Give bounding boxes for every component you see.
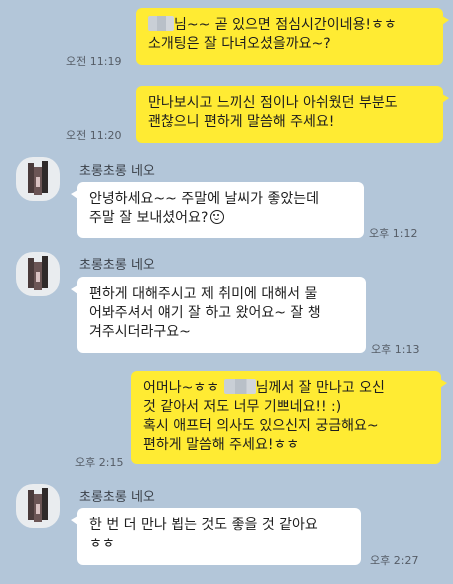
message-time: 오후 1:12 bbox=[369, 227, 418, 240]
other-message-bubble[interactable]: 편하게 대해주시고 제 취미에 대해서 물 어봐주셔서 얘기 잘 하고 왔어요~… bbox=[71, 277, 366, 353]
message-text: 안녕하세요~~ 주말에 날씨가 좋았는데 주말 잘 보내셨어요? bbox=[89, 191, 320, 226]
sender-name: 초롱초롱 네오 bbox=[79, 258, 155, 273]
message-text: 님께서 잘 만나고 오신 bbox=[255, 380, 385, 396]
other-message-bubble[interactable]: 한 번 더 만나 뵙는 것도 좋을 것 같아요 ㅎㅎ bbox=[71, 508, 361, 565]
redacted-name bbox=[223, 379, 256, 394]
message-text: 소개팅은 잘 다녀오셨을까요~? bbox=[148, 36, 331, 52]
sender-name: 초롱초롱 네오 bbox=[79, 164, 155, 179]
message-time: 오전 11:19 bbox=[66, 55, 122, 68]
sender-name: 초롱초롱 네오 bbox=[79, 490, 155, 505]
message-text: 만나보시고 느끼신 점이나 아쉬웠던 부분도 괜찮으니 편하게 말씀해 주세요! bbox=[148, 95, 398, 130]
smile-emoji-icon bbox=[210, 210, 225, 224]
message-time: 오후 2:27 bbox=[370, 554, 419, 567]
message-time: 오후 2:15 bbox=[75, 456, 124, 469]
other-message-bubble[interactable]: 안녕하세요~~ 주말에 날씨가 좋았는데 주말 잘 보내셨어요? bbox=[71, 182, 364, 238]
message-text: 편하게 대해주시고 제 취미에 대해서 물 어봐주셔서 얘기 잘 하고 왔어요~… bbox=[89, 286, 321, 340]
my-message-bubble[interactable]: 어머나~ㅎㅎ 님께서 잘 만나고 오신 것 같아서 저도 너무 기쁘네요!! :… bbox=[131, 371, 447, 464]
chat-area: 님~~ 곧 있으면 점심시간이네용!ㅎㅎ 소개팅은 잘 다녀오셨을까요~? 오전… bbox=[0, 0, 453, 584]
message-text: 어머나~ㅎㅎ bbox=[143, 380, 220, 396]
avatar[interactable] bbox=[16, 484, 60, 528]
message-text: 것 같아서 저도 너무 기쁘네요!! :) 혹시 애프터 의사도 있으신지 궁금… bbox=[143, 399, 379, 453]
my-message-bubble[interactable]: 만나보시고 느끼신 점이나 아쉬웠던 부분도 괜찮으니 편하게 말씀해 주세요! bbox=[136, 86, 449, 143]
my-message-bubble[interactable]: 님~~ 곧 있으면 점심시간이네용!ㅎㅎ 소개팅은 잘 다녀오셨을까요~? bbox=[136, 8, 449, 65]
message-time: 오후 1:13 bbox=[371, 343, 420, 356]
message-text: 님~~ 곧 있으면 점심시간이네용!ㅎㅎ bbox=[174, 17, 397, 33]
message-text: 한 번 더 만나 뵙는 것도 좋을 것 같아요 ㅎㅎ bbox=[89, 517, 318, 552]
avatar[interactable] bbox=[16, 252, 60, 296]
redacted-name bbox=[148, 16, 174, 31]
avatar[interactable] bbox=[16, 157, 60, 201]
message-time: 오전 11:20 bbox=[66, 129, 122, 142]
